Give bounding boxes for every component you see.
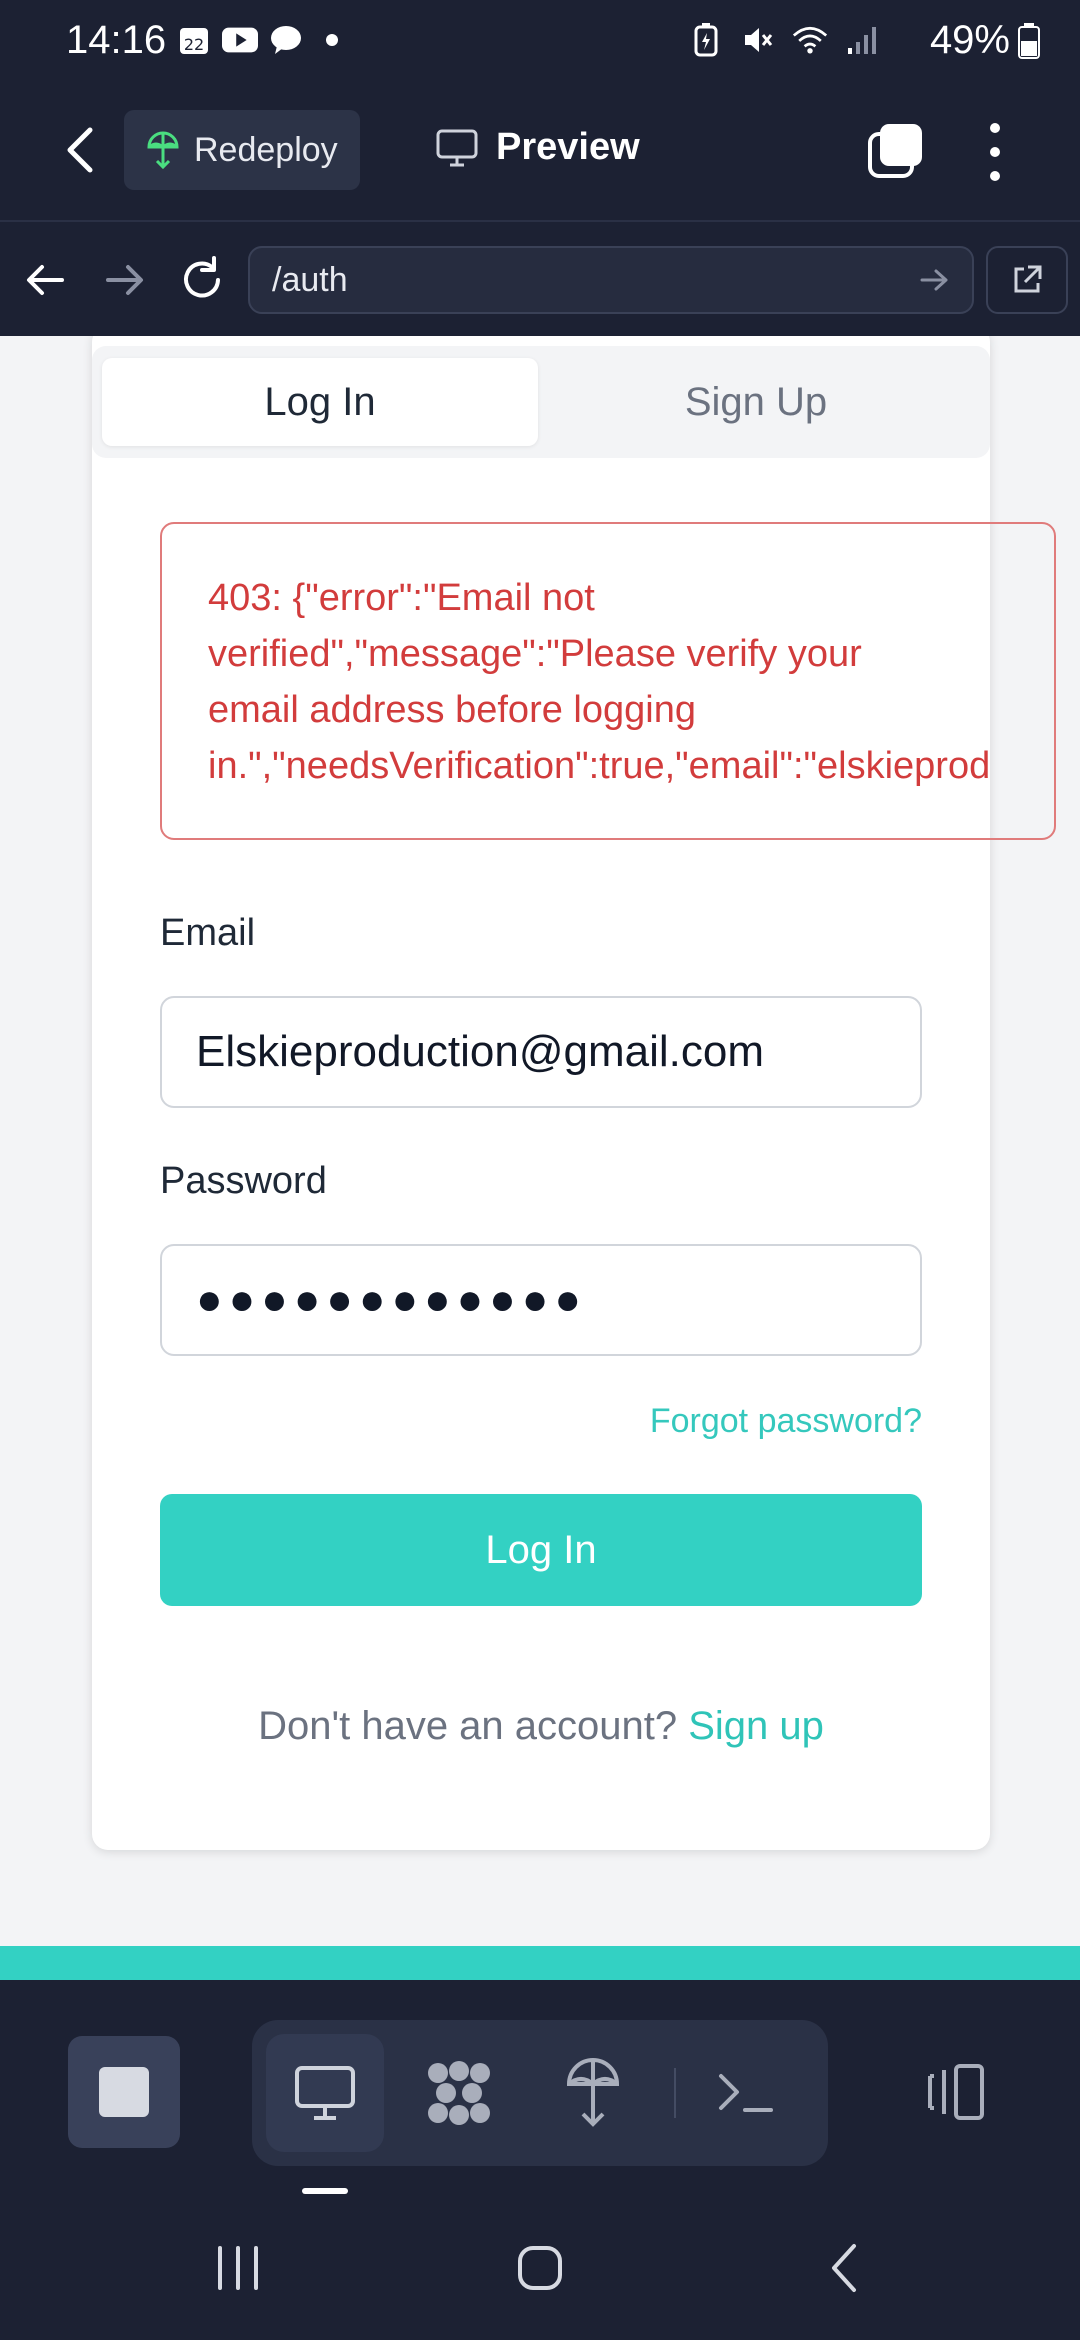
preview-label: Preview bbox=[496, 126, 640, 168]
calendar-icon: 22 bbox=[176, 22, 212, 58]
tab-sign-up[interactable]: Sign Up bbox=[538, 358, 974, 446]
signup-prompt: Don't have an account? Sign up bbox=[92, 1704, 990, 1749]
calendar-day: 22 bbox=[184, 35, 204, 54]
monitor-icon bbox=[295, 2066, 355, 2120]
recents-icon[interactable] bbox=[208, 2238, 268, 2298]
system-nav-bar bbox=[0, 2196, 1080, 2340]
email-value: Elskieproduction@gmail.com bbox=[196, 1027, 765, 1076]
segment-divider bbox=[674, 2068, 676, 2118]
terminal-icon bbox=[719, 2074, 773, 2112]
forgot-password-link[interactable]: Forgot password? bbox=[650, 1402, 922, 1441]
tabs-icon[interactable] bbox=[868, 122, 924, 178]
app-toolbar: Redeploy Preview bbox=[0, 82, 1080, 220]
status-bar: 14:16 22 49% bbox=[0, 0, 1080, 82]
more-menu-icon[interactable] bbox=[980, 122, 1010, 182]
deploy-icon bbox=[147, 131, 179, 169]
back-arrow-icon[interactable] bbox=[22, 256, 70, 304]
url-text: /auth bbox=[272, 260, 348, 299]
youtube-icon bbox=[222, 22, 258, 58]
chat-icon bbox=[268, 22, 304, 58]
password-label: Password bbox=[160, 1160, 327, 1202]
cluster-icon bbox=[428, 2061, 490, 2125]
url-input[interactable]: /auth bbox=[248, 246, 974, 314]
active-indicator bbox=[302, 2188, 348, 2194]
stop-button[interactable] bbox=[68, 2036, 180, 2148]
accent-bar bbox=[0, 1946, 1080, 1980]
tab-log-in[interactable]: Log In bbox=[102, 358, 538, 446]
password-field[interactable]: ●●●●●●●●●●●● bbox=[160, 1244, 922, 1356]
url-bar: /auth bbox=[0, 220, 1080, 336]
notification-icons: 22 bbox=[176, 22, 350, 58]
bottom-toolbar bbox=[0, 1980, 1080, 2196]
battery-percent: 49% bbox=[929, 18, 1010, 62]
sign-up-link[interactable]: Sign up bbox=[688, 1704, 824, 1748]
battery-indicator: 49% bbox=[930, 18, 1040, 63]
signal-icon bbox=[844, 22, 880, 58]
log-in-button[interactable]: Log In bbox=[160, 1494, 922, 1606]
terminal-view-button[interactable] bbox=[688, 2034, 806, 2152]
open-external-button[interactable] bbox=[986, 246, 1068, 314]
error-line: 403: {"error":"Email not bbox=[208, 577, 595, 619]
password-value: ●●●●●●●●●●●● bbox=[196, 1275, 587, 1324]
preview-view-button[interactable] bbox=[266, 2034, 384, 2152]
status-time: 14:16 bbox=[66, 18, 167, 62]
external-link-icon bbox=[1014, 265, 1042, 293]
wifi-icon bbox=[792, 22, 828, 58]
email-label: Email bbox=[160, 912, 256, 954]
go-arrow-icon[interactable] bbox=[918, 264, 950, 296]
web-content: Log In Sign Up 403: {"error":"Email not … bbox=[0, 336, 1080, 1946]
auth-card: Log In Sign Up 403: {"error":"Email not … bbox=[92, 336, 1056, 1850]
redeploy-button[interactable]: Redeploy bbox=[124, 110, 360, 190]
no-account-text: Don't have an account? bbox=[258, 1704, 689, 1748]
redeploy-label: Redeploy bbox=[194, 130, 338, 169]
error-line: email address before logging bbox=[208, 689, 696, 731]
files-view-button[interactable] bbox=[400, 2034, 518, 2152]
dot-icon bbox=[314, 22, 350, 58]
preview-tab[interactable]: Preview bbox=[436, 126, 640, 169]
back-chevron-icon[interactable] bbox=[56, 122, 104, 178]
deploy-view-button[interactable] bbox=[534, 2034, 652, 2152]
battery-icon bbox=[1018, 22, 1040, 59]
system-icons bbox=[688, 22, 880, 58]
auth-tabs: Log In Sign Up bbox=[92, 346, 990, 458]
stop-icon bbox=[99, 2067, 149, 2117]
deploy-icon bbox=[566, 2058, 620, 2127]
layout-toggle-icon[interactable] bbox=[920, 2062, 992, 2122]
monitor-icon bbox=[436, 129, 478, 166]
nav-back-icon[interactable] bbox=[816, 2238, 876, 2298]
forward-arrow-icon[interactable] bbox=[100, 256, 148, 304]
error-alert: 403: {"error":"Email not verified","mess… bbox=[160, 522, 1056, 840]
error-line: verified","message":"Please verify your bbox=[208, 633, 862, 675]
email-field[interactable]: Elskieproduction@gmail.com bbox=[160, 996, 922, 1108]
reload-icon[interactable] bbox=[178, 256, 226, 304]
view-switcher bbox=[252, 2020, 828, 2166]
home-icon[interactable] bbox=[510, 2238, 570, 2298]
mute-icon bbox=[740, 22, 776, 58]
error-line: in.","needsVerification":true,"email":"e… bbox=[208, 745, 991, 787]
battery-saver-icon bbox=[688, 22, 724, 58]
